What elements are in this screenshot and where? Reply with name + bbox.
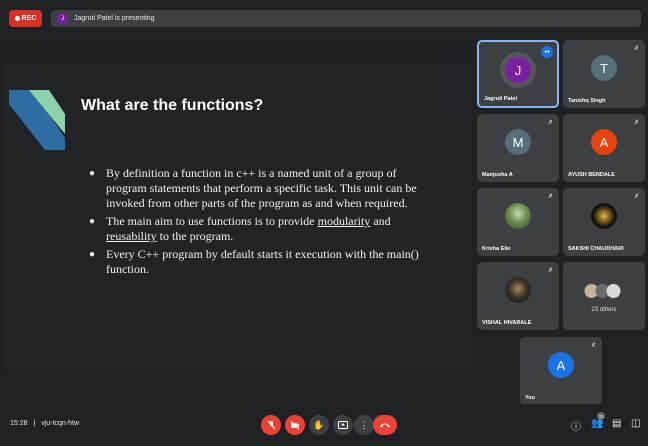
participant-name: AYUSH BENDALE	[568, 172, 615, 178]
clock-time: 15:28	[10, 420, 28, 427]
activities-icon[interactable]: ◫	[631, 418, 640, 429]
mic-toggle-button[interactable]	[261, 415, 281, 435]
bullet-text: The main aim to use functions is to prov…	[106, 214, 439, 244]
presenting-text: Jagruti Patel is presenting	[74, 15, 155, 22]
bullet-text-segment: to the program.	[156, 229, 234, 243]
bullet-dot-icon: ●	[89, 216, 96, 227]
participant-name: Jagruti Patel	[484, 96, 518, 102]
present-icon	[338, 421, 348, 429]
bullet-dot-icon: ●	[89, 249, 96, 260]
avatar: A	[548, 352, 574, 378]
avatar: T	[591, 55, 617, 81]
mic-muted-icon: ✗	[633, 46, 639, 52]
presenter-avatar: J	[57, 13, 68, 24]
bullet-text-segment: Every C++ program by default starts it e…	[106, 247, 419, 276]
bullet-dot-icon: ●	[89, 168, 96, 179]
raise-hand-icon: ✋	[313, 419, 325, 430]
end-call-icon	[380, 423, 390, 428]
bullet-text-segment: The main aim to use functions is to prov…	[106, 214, 318, 228]
participant-tile[interactable]: ✗ VISHAL HIVARALE	[477, 262, 559, 330]
recording-label: REC	[21, 15, 37, 22]
more-options-button[interactable]: ⋮	[354, 415, 374, 435]
others-tile[interactable]: 23 others	[563, 262, 645, 330]
participant-tile[interactable]: A ✗ AYUSH BENDALE	[563, 114, 645, 182]
avatar	[606, 284, 621, 298]
people-count-badge: 32	[597, 412, 605, 420]
mic-muted-icon: ✗	[547, 120, 553, 126]
participant-name: You	[525, 395, 535, 401]
participant-tile[interactable]: ✗ SAKSHI CHAUDHARI	[563, 188, 645, 256]
slide-bullet: ● By definition a function in c++ is a na…	[89, 166, 439, 211]
more-options-icon: ⋮	[359, 419, 369, 430]
avatar: J	[505, 57, 531, 83]
self-tile[interactable]: A ✗ You	[520, 337, 602, 405]
underlined-term: modularity	[317, 214, 371, 228]
slide-accent-shape	[9, 90, 65, 150]
recording-badge: REC	[9, 10, 42, 27]
others-count: 23 others	[591, 307, 617, 313]
speaking-indicator-icon: ••	[541, 46, 553, 58]
end-call-button[interactable]	[373, 415, 397, 435]
record-dot-icon	[14, 16, 20, 21]
avatar-photo	[505, 277, 531, 303]
participant-tile[interactable]: T ✗ Tanishq Singh	[563, 40, 645, 108]
participant-name: VISHAL HIVARALE	[482, 320, 532, 326]
avatar: A	[591, 129, 617, 155]
meeting-code: vju-tcqn-htw	[41, 420, 79, 427]
participant-name: SAKSHI CHAUDHARI	[568, 246, 624, 252]
others-avatars	[584, 284, 621, 298]
bullet-text-segment: By definition a function in c++ is a nam…	[106, 166, 417, 210]
top-bar: REC J Jagruti Patel is presenting	[0, 0, 648, 34]
bullet-text-segment: and	[370, 214, 391, 228]
separator: |	[33, 420, 36, 427]
chat-icon[interactable]: ▤	[612, 418, 621, 429]
mic-muted-icon: ✗	[633, 194, 639, 200]
avatar-photo	[591, 203, 617, 229]
participant-tile[interactable]: M ✗ Manjusha A	[477, 114, 559, 182]
camera-off-icon	[290, 420, 300, 430]
avatar: M	[505, 129, 531, 155]
participant-tile[interactable]: ✗ Krisha Elle	[477, 188, 559, 256]
mic-muted-icon: ✗	[590, 343, 596, 349]
slide-title: What are the functions?	[81, 97, 264, 114]
present-button[interactable]	[333, 415, 353, 435]
participant-name: Manjusha A	[482, 172, 513, 178]
slide-bullet: ● Every C++ program by default starts it …	[89, 247, 439, 277]
participant-name: Krisha Elle	[482, 246, 511, 252]
participant-name: Tanishq Singh	[568, 98, 606, 104]
mic-muted-icon: ✗	[633, 120, 639, 126]
slide-bullet: ● The main aim to use functions is to pro…	[89, 214, 439, 244]
mic-off-icon	[267, 420, 275, 430]
mic-muted-icon: ✗	[547, 268, 553, 274]
underlined-term: reusability	[106, 229, 157, 243]
bottom-bar: 15:28 | vju-tcqn-htw ✋ ⋮ ⓘ 👥 32 ▤ ◫	[0, 404, 648, 446]
slide-bullet-list: ● By definition a function in c++ is a na…	[89, 166, 439, 280]
bullet-text: By definition a function in c++ is a nam…	[106, 166, 439, 211]
participant-tile[interactable]: J •• Jagruti Patel	[477, 40, 559, 108]
info-icon[interactable]: ⓘ	[571, 418, 581, 433]
presentation-area: What are the functions? ● By definition a…	[3, 42, 472, 378]
raise-hand-button[interactable]: ✋	[309, 415, 329, 435]
meeting-info: 15:28 | vju-tcqn-htw	[10, 420, 79, 427]
camera-toggle-button[interactable]	[285, 415, 305, 435]
presenting-banner: J Jagruti Patel is presenting	[51, 10, 641, 27]
avatar-photo	[505, 203, 531, 229]
bullet-text: Every C++ program by default starts it e…	[106, 247, 439, 277]
mic-muted-icon: ✗	[547, 194, 553, 200]
